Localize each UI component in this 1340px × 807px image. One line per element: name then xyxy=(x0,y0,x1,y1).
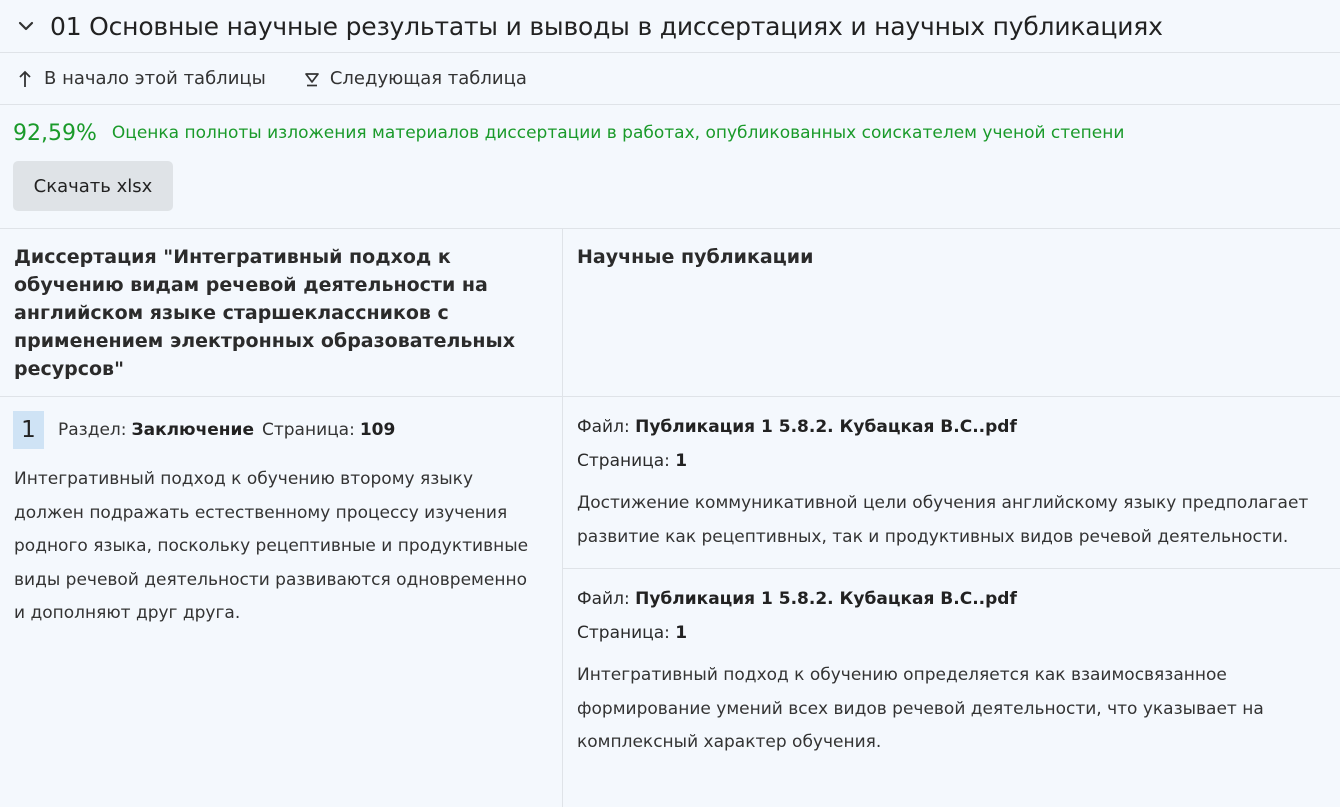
to-top-label: В начало этой таблицы xyxy=(44,68,266,89)
publication-page: Страница: 1 xyxy=(577,619,1326,647)
section-header[interactable]: 01 Основные научные результаты и выводы … xyxy=(0,0,1340,53)
comparison-table: Диссертация "Интегративный подход к обуч… xyxy=(0,228,1340,807)
download-xlsx-button[interactable]: Скачать xlsx xyxy=(13,161,173,211)
next-table-icon xyxy=(304,70,320,88)
pub-page-key: Страница: xyxy=(577,623,670,644)
score-label: Оценка полноты изложения материалов дисс… xyxy=(111,123,1125,143)
dissertation-meta: 1 Раздел: Заключение Страница: 109 xyxy=(0,397,562,449)
publication-file: Файл: Публикация 1 5.8.2. Кубацкая В.С..… xyxy=(577,397,1326,441)
row-number-badge: 1 xyxy=(13,411,44,449)
pub-page-value: 1 xyxy=(675,623,688,644)
pub-page-key: Страница: xyxy=(577,451,670,471)
publication-text: Интегративный подход к обучению определя… xyxy=(577,665,1264,753)
file-link[interactable]: Публикация 1 5.8.2. Кубацкая В.С..pdf xyxy=(635,589,1017,609)
chevron-down-icon[interactable] xyxy=(18,18,34,34)
publication-file: Файл: Публикация 1 5.8.2. Кубацкая В.С..… xyxy=(577,569,1326,613)
publication-item: Файл: Публикация 1 5.8.2. Кубацкая В.С..… xyxy=(563,569,1340,774)
publications-cell: Файл: Публикация 1 5.8.2. Кубацкая В.С..… xyxy=(563,397,1340,807)
page: 01 Основные научные результаты и выводы … xyxy=(0,0,1340,807)
section-key: Раздел: xyxy=(58,420,127,440)
section-title: 01 Основные научные результаты и выводы … xyxy=(50,11,1163,41)
next-table-label: Следующая таблица xyxy=(329,68,527,89)
publication-item: Файл: Публикация 1 5.8.2. Кубацкая В.С..… xyxy=(563,397,1340,570)
score-value: 92,59% xyxy=(13,120,97,146)
table-header-row: Диссертация "Интегративный подход к обуч… xyxy=(0,229,1340,397)
page-value: 109 xyxy=(359,420,396,440)
publication-page: Страница: 1 xyxy=(577,447,1326,475)
page-key: Страница: xyxy=(261,420,355,440)
dissertation-cell: 1 Раздел: Заключение Страница: 109 Интег… xyxy=(0,397,563,807)
completeness-score: 92,59% Оценка полноты изложения материал… xyxy=(0,105,1340,161)
table-row: 1 Раздел: Заключение Страница: 109 Интег… xyxy=(0,397,1340,807)
pub-page-value: 1 xyxy=(675,451,688,471)
section-value: Заключение xyxy=(131,420,254,440)
file-key: Файл: xyxy=(577,589,630,610)
to-top-link[interactable]: В начало этой таблицы xyxy=(18,68,266,89)
arrow-up-icon xyxy=(18,70,34,88)
next-table-link[interactable]: Следующая таблица xyxy=(304,68,527,89)
table-nav: В начало этой таблицы Следующая таблица xyxy=(0,53,1340,105)
dissertation-text: Интегративный подход к обучению второму … xyxy=(14,469,529,624)
publication-text: Достижение коммуникативной цели обучения… xyxy=(577,493,1309,547)
publications-header: Научные публикации xyxy=(577,246,814,268)
file-link[interactable]: Публикация 1 5.8.2. Кубацкая В.С..pdf xyxy=(635,417,1017,437)
dissertation-header: Диссертация "Интегративный подход к обуч… xyxy=(0,229,563,396)
file-key: Файл: xyxy=(577,417,630,437)
